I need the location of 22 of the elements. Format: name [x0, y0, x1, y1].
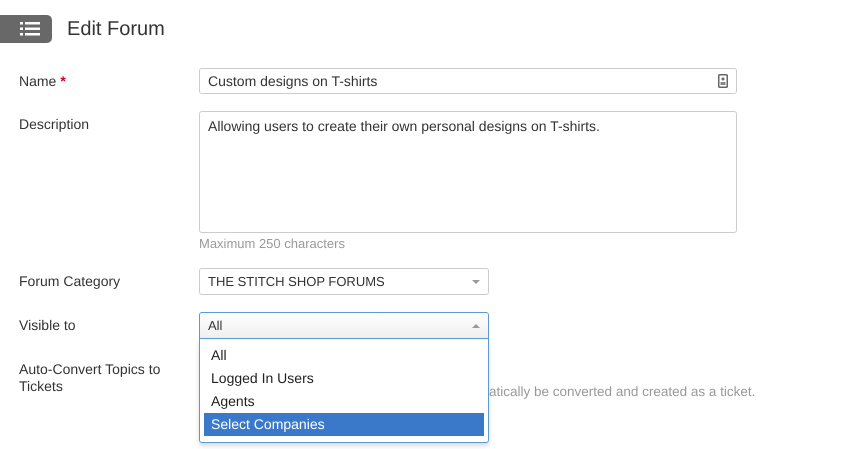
field-label: Description	[19, 116, 90, 133]
select-field[interactable]: THE STITCH SHOP FORUMS	[199, 268, 489, 295]
dropdown-option[interactable]: Agents	[204, 390, 484, 413]
contact-card-icon	[718, 74, 728, 88]
field-label: Visible to	[19, 317, 77, 334]
caret-up-icon	[472, 324, 480, 328]
hint-text: Maximum 250 characters	[199, 236, 346, 251]
field-label: Auto-Convert Topics to Tickets	[19, 361, 162, 395]
page-title: Edit Forum	[67, 18, 165, 40]
menu-icon	[20, 22, 40, 36]
select-field[interactable]: All	[199, 312, 489, 339]
menu-button[interactable]	[0, 15, 52, 43]
description-field[interactable]: Allowing users to create their own personal designs on T-shirts.	[199, 111, 737, 233]
dropdown-option[interactable]: Select Companies	[204, 413, 484, 436]
dropdown-option[interactable]: Logged In Users	[204, 367, 484, 390]
field-label: Forum Category	[19, 273, 122, 290]
dropdown-option[interactable]: All	[204, 344, 484, 367]
hint-text: atically be converted and created as a ticket.	[489, 384, 756, 399]
required-mark: *	[60, 73, 66, 90]
field-label: Name	[19, 73, 56, 90]
caret-down-icon	[472, 280, 480, 284]
name-field[interactable]: Custom designs on T-shirts	[199, 68, 737, 94]
